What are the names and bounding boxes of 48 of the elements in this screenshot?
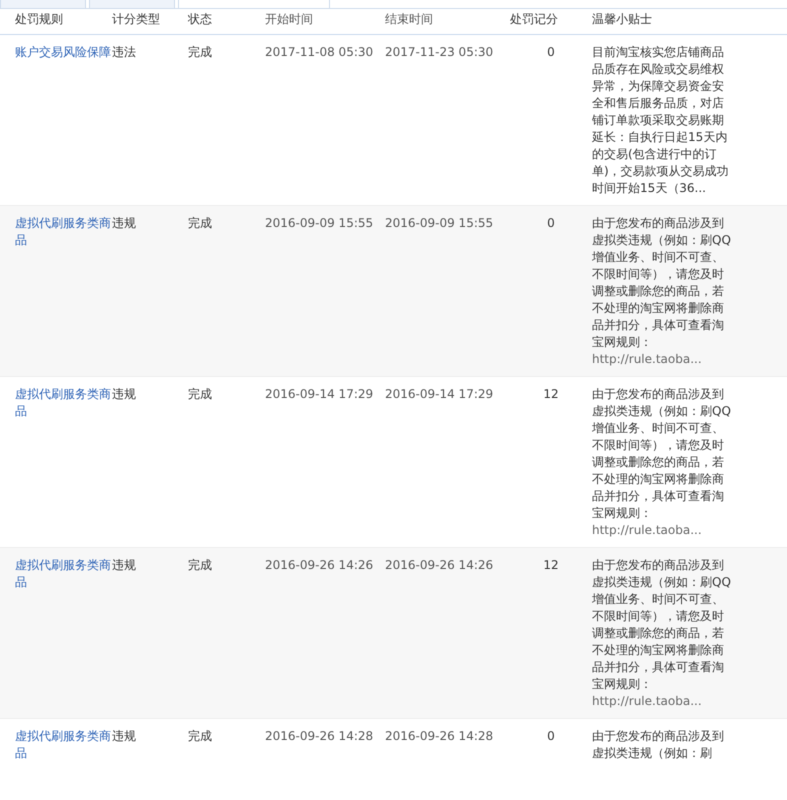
tip-text: 目前淘宝核实您店铺商品品质存在风险或交易维权异常，为保障交易资金安全和售后服务品质，对店铺订单款项采取交易账期延长：自执行日起15天内的交易(包含进行中的订单)，交易款项从交易成功时间开始15天（36... xyxy=(592,44,730,197)
tip-text: 由于您发布的商品涉及到虚拟类违规（例如：刷QQ增值业务、时间不可查、不限时间等），请您及时调整或删除您的商品，若不处理的淘宝网将删除商品并扣分，具体可查看淘宝网规则： xyxy=(592,386,732,522)
table-cell-text: 2016-09-09 15:55 xyxy=(385,215,494,232)
column-header: 温馨小贴士 xyxy=(592,11,653,28)
url-text: http://rule.taoba... xyxy=(592,522,703,539)
table-cell-text: 2016-09-14 17:29 xyxy=(265,386,374,403)
tip-text: 由于您发布的商品涉及到虚拟类违规（例如：刷QQ增值业务、时间不可查、不限时间等），请您及时调整或删除您的商品，若不处理的淘宝网将删除商品并扣分，具体可查看淘宝网规则： xyxy=(592,557,732,693)
tip-text: 由于您发布的商品涉及到虚拟类违规（例如：刷 xyxy=(592,728,725,762)
table-cell-text: 2016-09-26 14:26 xyxy=(385,557,494,574)
table-cell-text: 0 xyxy=(546,215,556,232)
rule-link[interactable]: 虚拟代刷服务类商品 xyxy=(15,557,112,591)
table-cell-text: 完成 xyxy=(188,215,213,232)
table-cell-text: 完成 xyxy=(188,386,213,403)
table-cell-text: 完成 xyxy=(188,728,213,745)
table-cell-text: 违规 xyxy=(112,557,137,574)
rule-link[interactable]: 虚拟代刷服务类商品 xyxy=(15,215,112,249)
table-cell-text: 12 xyxy=(542,557,560,574)
table-cell-text: 2016-09-26 14:28 xyxy=(385,728,494,745)
column-header: 状态 xyxy=(188,11,213,28)
table-cell-text: 2017-11-23 05:30 xyxy=(385,44,494,61)
column-header: 计分类型 xyxy=(112,11,161,28)
rule-link[interactable]: 账户交易风险保障 xyxy=(15,44,112,61)
table-cell-text: 0 xyxy=(546,44,556,61)
tab[interactable] xyxy=(178,0,330,8)
url-text: http://rule.taoba... xyxy=(592,351,703,368)
table-cell-text: 2016-09-26 14:28 xyxy=(265,728,374,745)
column-header: 处罚规则 xyxy=(14,11,64,28)
tab[interactable] xyxy=(89,0,175,8)
table-cell-text: 违规 xyxy=(112,386,137,403)
table-cell-text: 12 xyxy=(542,386,560,403)
tip-text: 由于您发布的商品涉及到虚拟类违规（例如：刷QQ增值业务、时间不可查、不限时间等），请您及时调整或删除您的商品，若不处理的淘宝网将删除商品并扣分，具体可查看淘宝网规则： xyxy=(592,215,732,351)
table-cell-text: 2016-09-14 17:29 xyxy=(385,386,494,403)
table-cell-text: 违规 xyxy=(112,728,137,745)
table-cell-text: 2016-09-09 15:55 xyxy=(265,215,374,232)
table-cell-text: 2016-09-26 14:26 xyxy=(265,557,374,574)
table-cell-text: 0 xyxy=(546,728,556,745)
table-cell-text: 完成 xyxy=(188,557,213,574)
column-header: 处罚记分 xyxy=(510,11,559,28)
table-cell-text: 完成 xyxy=(188,44,213,61)
table-cell-text: 违规 xyxy=(112,215,137,232)
column-header: 开始时间 xyxy=(265,11,314,28)
rule-link[interactable]: 虚拟代刷服务类商品 xyxy=(15,728,112,762)
url-text: http://rule.taoba... xyxy=(592,693,703,710)
tab[interactable] xyxy=(0,0,86,8)
column-header: 结束时间 xyxy=(385,11,434,28)
table-cell-text: 违法 xyxy=(112,44,137,61)
table-cell-text: 2017-11-08 05:30 xyxy=(265,44,374,61)
rule-link[interactable]: 虚拟代刷服务类商品 xyxy=(15,386,112,420)
